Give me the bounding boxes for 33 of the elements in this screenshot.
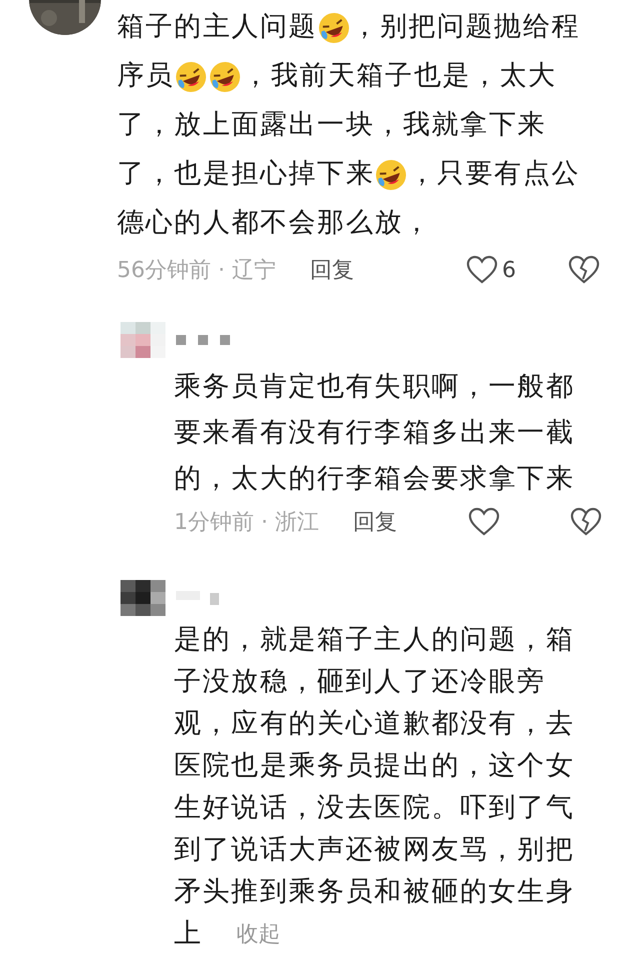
broken-heart-icon[interactable] [568,255,600,285]
comment-text: 观，应有的关心道歉都没有，去 [174,708,574,740]
comment-text: 生好说话，没去医院。吓到了气 [174,792,574,824]
comment-text: 了，放上面露出一块，我就拿下来 [117,109,546,142]
laughing-crying-emoji-icon [209,60,242,92]
timestamp-location: 56分钟前 · 辽宁 [117,257,276,285]
heart-icon[interactable] [468,507,500,537]
comment-text: 乘务员肯定也有失职啊，一般都 [174,370,574,404]
timestamp-location: 1分钟前 · 浙江 [174,509,319,537]
reply-link[interactable]: 回复 [310,255,354,285]
comment-text: 医院也是乘务员提出的，这个女 [174,750,574,782]
laughing-crying-emoji-icon [175,60,208,92]
comment-text: 上 [174,918,203,950]
like-count: 6 [502,258,516,282]
comment-text: 矛头推到乘务员和被砸的女生身 [174,876,574,908]
heart-icon[interactable] [466,255,498,285]
comment-text: 箱子的主人问题 [117,11,318,44]
broken-heart-icon[interactable] [570,507,602,537]
laughing-crying-emoji-icon [318,12,350,44]
reply-link[interactable]: 回复 [352,507,397,537]
comment-text: 是的，就是箱子主人的问题，箱 [174,624,574,656]
avatar[interactable] [120,580,166,616]
comment-text: 序员 [117,60,174,93]
comment-text: ，只要有点公 [408,158,580,191]
laughing-crying-emoji-icon [375,158,408,190]
comment-text: 到了说话大声还被网友骂，别把 [174,834,574,866]
comment-text: ，我前天箱子也是，太大 [242,60,557,93]
comment-text: 的，太大的行李箱会要求拿下来 [174,462,574,496]
comment-text: 德心的人都不会那么放， [117,207,432,240]
comment-text: 要来看有没有行李箱多出来一截 [174,416,574,450]
comment-text: 子没放稳，砸到人了还冷眼旁 [174,666,546,698]
comment-text: ，别把问题抛给程 [351,11,580,44]
comment-text: 了，也是担心掉下来 [117,158,374,191]
